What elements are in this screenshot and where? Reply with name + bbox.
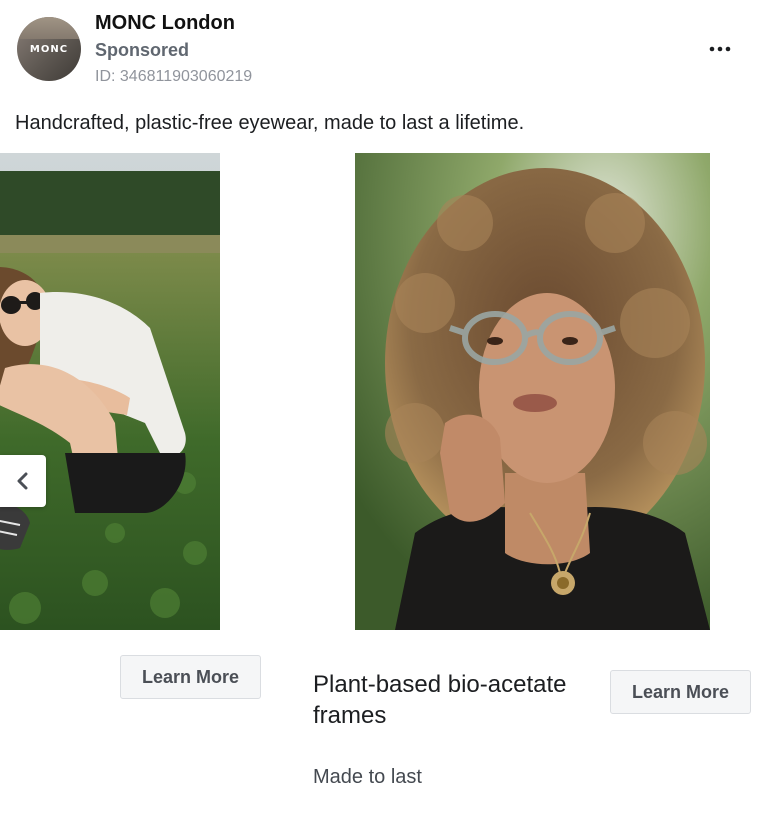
chevron-left-icon	[17, 472, 28, 490]
learn-more-button[interactable]: Learn More	[610, 670, 751, 714]
carousel: gned e Learn More	[0, 150, 768, 820]
woman-in-sunglasses-image	[0, 153, 220, 630]
carousel-prev-button[interactable]	[0, 455, 46, 507]
card-image[interactable]	[0, 153, 220, 630]
card-headline: gned	[0, 669, 45, 700]
avatar-logo: MONC	[29, 44, 69, 55]
carousel-card[interactable]: Plant-based bio-acetate frames Made to l…	[300, 150, 765, 820]
sponsored-label[interactable]: Sponsored	[95, 40, 189, 61]
post-caption: Handcrafted, plastic-free eyewear, made …	[15, 112, 525, 134]
card-description: Made to last	[313, 766, 422, 788]
more-options-button[interactable]	[696, 34, 744, 64]
learn-more-button[interactable]: Learn More	[120, 655, 261, 699]
page-name[interactable]: MONC London	[95, 12, 235, 35]
ad-id: ID: 346811903060219	[95, 68, 253, 85]
more-horizontal-icon	[709, 46, 731, 52]
card-description: e	[0, 736, 45, 759]
page-avatar[interactable]: MONC	[17, 17, 81, 81]
post-header: MONC MONC London Sponsored ID: 346811903…	[0, 0, 768, 100]
card-headline: Plant-based bio-acetate frames	[313, 671, 567, 729]
card-image[interactable]	[355, 153, 710, 630]
woman-with-glasses-image	[355, 153, 710, 630]
